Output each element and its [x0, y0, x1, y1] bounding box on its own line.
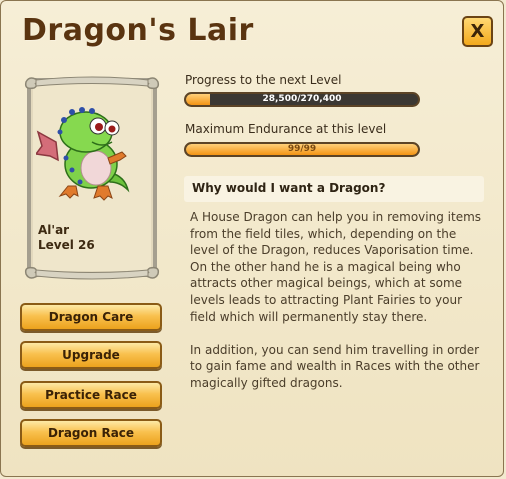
window-title: Dragon's Lair: [22, 13, 254, 48]
dragon-race-button[interactable]: Dragon Race: [20, 419, 162, 447]
info-body: A House Dragon can help you in removing …: [190, 209, 482, 408]
progress-label: Progress to the next Level: [185, 73, 342, 87]
info-heading: Why would I want a Dragon?: [192, 181, 386, 195]
bottom-scroll-ornament: [24, 266, 160, 280]
endurance-label: Maximum Endurance at this level: [185, 122, 387, 136]
dragon-care-button[interactable]: Dragon Care: [20, 303, 162, 331]
practice-race-button[interactable]: Practice Race: [20, 381, 162, 409]
top-scroll-ornament: [24, 76, 160, 90]
endurance-bar: 99/99: [184, 142, 420, 157]
dragon-illustration: [36, 107, 130, 201]
close-button[interactable]: X: [462, 16, 493, 47]
info-heading-box: Why would I want a Dragon?: [184, 176, 484, 202]
progress-value: 28,500/270,400: [262, 94, 342, 104]
upgrade-button[interactable]: Upgrade: [20, 341, 162, 369]
info-paragraph-2: In addition, you can send him travelling…: [190, 342, 480, 390]
dragon-level: Level 26: [38, 238, 95, 252]
dragon-name: Al'ar: [38, 223, 70, 237]
dragons-lair-window: Dragon's Lair X Al'ar Level 26 Dragon Ca…: [0, 0, 504, 477]
info-paragraph-1: A House Dragon can help you in removing …: [190, 210, 482, 324]
progress-bar: 28,500/270,400: [184, 92, 420, 107]
endurance-value: 99/99: [287, 144, 317, 154]
